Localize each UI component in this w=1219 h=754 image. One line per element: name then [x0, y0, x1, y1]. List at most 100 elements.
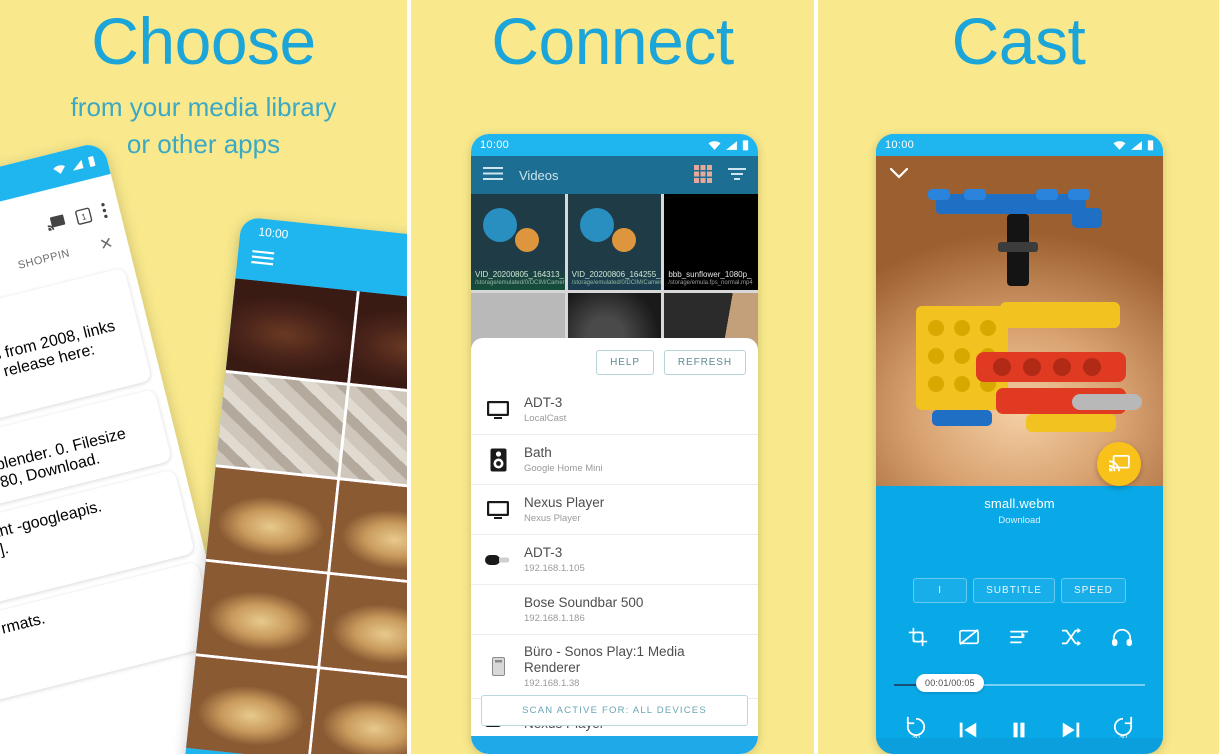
device-row[interactable]: Bose Soundbar 500 192.168.1.186	[471, 585, 758, 635]
video-name: VID_20200805_164313_	[475, 269, 564, 279]
video-name: bbb_sunflower_1080p_	[668, 269, 752, 279]
device-sub: Google Home Mini	[524, 463, 603, 475]
statusbar: 10:00	[876, 134, 1163, 156]
photo-thumb[interactable]	[215, 372, 347, 478]
photo-thumb[interactable]	[349, 291, 407, 396]
choose-headline: Choose	[91, 4, 316, 78]
crop-rotate-icon[interactable]	[907, 626, 929, 648]
signal-icon	[1131, 140, 1142, 150]
photo-grid[interactable]	[186, 278, 407, 754]
appbar-title: Videos	[519, 167, 559, 183]
shuffle-icon[interactable]	[1060, 627, 1082, 647]
video-thumb[interactable]: bbb_sunflower_1080p_ /storage/emula.fps_…	[664, 194, 758, 290]
signal-icon	[72, 159, 84, 171]
video-thumb[interactable]: VID_20200805_164313_ /storage/emulated/0…	[471, 194, 565, 290]
video-player-surface[interactable]	[876, 156, 1163, 486]
device-row[interactable]: ADT-3 192.168.1.105	[471, 535, 758, 585]
device-sub: 192.168.1.105	[524, 563, 585, 575]
statusbar: 10:00	[471, 134, 758, 156]
chip-speed[interactable]: SPEED	[1060, 578, 1126, 603]
gallery-phone-mock: 10:00	[183, 216, 407, 754]
hamburger-icon[interactable]	[251, 249, 275, 271]
navigation-bar	[471, 736, 758, 754]
monitor-icon	[485, 500, 511, 520]
speaker-icon	[485, 448, 511, 472]
panel-connect: Connect 10:00 Videos VID_20200805_164313…	[411, 0, 814, 754]
device-sub: LocalCast	[524, 413, 567, 425]
seek-time-label[interactable]: 00:01/00:05	[916, 674, 984, 692]
wifi-icon	[1113, 140, 1126, 150]
connect-headline: Connect	[491, 4, 734, 78]
device-row[interactable]: Nexus Player Nexus Player	[471, 485, 758, 535]
signal-icon	[726, 140, 737, 150]
lego-video-frame	[916, 189, 1142, 432]
device-row[interactable]: ADT-3 LocalCast	[471, 385, 758, 435]
sheet-action-row: HELP REFRESH	[471, 338, 758, 385]
overflow-menu-icon[interactable]	[99, 201, 109, 220]
filter-icon[interactable]	[728, 167, 746, 184]
cast-headline: Cast	[951, 4, 1086, 78]
wifi-icon	[53, 164, 65, 174]
battery-icon	[88, 156, 96, 167]
cast-icon[interactable]	[44, 212, 67, 232]
navigation-bar	[876, 738, 1163, 754]
videos-appbar: Videos	[471, 156, 758, 194]
browser-tab-shopping[interactable]: SHOPPIN	[17, 247, 71, 271]
file-source: Download	[998, 515, 1041, 526]
photo-thumb[interactable]	[196, 561, 327, 666]
seek-bar[interactable]: 00:01/00:05	[894, 674, 1145, 696]
photo-thumb[interactable]	[319, 574, 407, 679]
device-name: ADT-3	[524, 394, 563, 410]
device-name: Bose Soundbar 500	[524, 594, 644, 610]
player-options-row	[876, 626, 1163, 648]
device-name: Bath	[524, 444, 552, 460]
panel-choose: Choose from your media library or other …	[0, 0, 407, 754]
close-icon[interactable]: ✕	[97, 233, 116, 256]
file-name: small.webm	[984, 496, 1055, 511]
scan-active-button[interactable]: SCAN ACTIVE FOR: ALL DEVICES	[481, 695, 748, 726]
wifi-icon	[708, 140, 721, 150]
connect-phone-mock: 10:00 Videos VID_20200805_164313_ /stora…	[471, 134, 758, 754]
device-name: ADT-3	[524, 544, 563, 560]
device-sub: 192.168.1.38	[524, 678, 580, 690]
battery-icon	[1147, 140, 1154, 151]
help-button[interactable]: HELP	[596, 350, 654, 375]
grid-view-icon[interactable]	[694, 164, 712, 186]
photo-thumb[interactable]	[225, 278, 357, 383]
monitor-icon	[485, 400, 511, 420]
now-playing-meta: small.webm Download	[876, 486, 1163, 526]
photo-thumb[interactable]	[205, 467, 337, 572]
photo-thumb[interactable]	[329, 480, 407, 585]
playlist-icon[interactable]	[1009, 628, 1031, 646]
photo-thumb[interactable]	[186, 656, 317, 754]
device-sub: 192.168.1.186	[524, 613, 585, 625]
dongle-icon	[485, 553, 511, 567]
panel-cast: Cast 10:00 small.webm Download I SUBTITL…	[818, 0, 1219, 754]
video-thumb[interactable]: VID_20200806_164255_ /storage/emulated/0…	[567, 194, 662, 290]
no-subtitle-icon[interactable]	[958, 627, 980, 647]
cast-fab-button[interactable]	[1097, 442, 1141, 486]
status-clock: 10:00	[257, 224, 290, 242]
option-chip-row: I SUBTITLE SPEED	[876, 578, 1163, 603]
status-clock: 10:00	[885, 139, 915, 151]
promo-screenshot-strip: Choose from your media library or other …	[0, 0, 1219, 754]
tab-count-icon[interactable]: 1	[73, 205, 94, 226]
chip-audio-track[interactable]: I	[913, 578, 968, 603]
device-icon	[485, 657, 511, 677]
hamburger-icon[interactable]	[483, 167, 503, 183]
device-picker-sheet: HELP REFRESH ADT-3 LocalCast Bath Google…	[471, 338, 758, 754]
chip-subtitle[interactable]: SUBTITLE	[973, 578, 1055, 603]
photo-thumb[interactable]	[309, 669, 407, 754]
headphones-icon[interactable]	[1111, 627, 1133, 647]
device-row[interactable]: Bath Google Home Mini	[471, 435, 758, 485]
video-path: /storage/emula.fps_normal.mp4	[668, 279, 753, 286]
photo-thumb[interactable]	[339, 385, 407, 491]
cast-icon	[1108, 455, 1130, 472]
status-clock: 10:00	[480, 139, 510, 151]
refresh-button[interactable]: REFRESH	[663, 350, 746, 375]
video-path: /storage/emulated/0/DCIM/Camera	[571, 279, 662, 286]
video-name: VID_20200806_164255_	[571, 269, 661, 279]
device-row[interactable]: Büro - Sonos Play:1 Media Renderer 192.1…	[471, 635, 758, 700]
svg-text:1: 1	[80, 211, 87, 222]
device-name: Büro - Sonos Play:1 Media Renderer	[524, 644, 685, 676]
